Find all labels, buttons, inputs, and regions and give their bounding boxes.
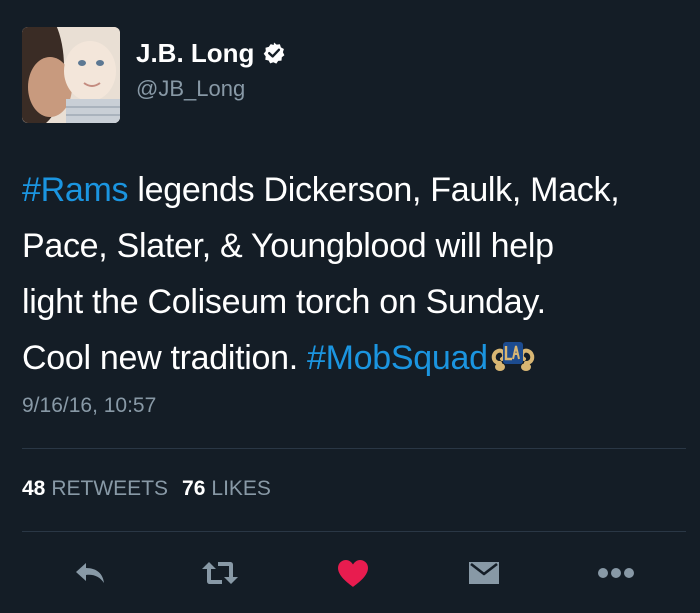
tweet-line-1: #Rams legends Dickerson, Faulk, Mack,: [22, 162, 692, 218]
engagement-stats: 48 RETWEETS 76 LIKES: [22, 477, 271, 501]
tweet-line-4: Cool new tradition. #MobSquad: [22, 330, 692, 386]
display-name[interactable]: J.B. Long: [136, 40, 286, 66]
direct-message-button[interactable]: [464, 556, 504, 590]
verified-badge-icon: [264, 42, 285, 64]
more-button[interactable]: [596, 556, 636, 590]
divider: [22, 448, 686, 449]
hashtag-mobsquad[interactable]: #MobSquad: [307, 339, 488, 377]
like-heart-icon: [338, 560, 368, 587]
tweet-text-segment: legends Dickerson, Faulk, Mack,: [128, 171, 620, 209]
tweet-text-segment: light the Coliseum torch on Sunday.: [22, 283, 546, 321]
like-button[interactable]: [333, 556, 373, 590]
likes-label: LIKES: [211, 477, 271, 500]
tweet-text-segment: Pace, Slater, & Youngblood will help: [22, 227, 554, 265]
tweet-line-2: Pace, Slater, & Youngblood will help: [22, 218, 692, 274]
retweets-stat[interactable]: 48 RETWEETS: [22, 477, 168, 501]
tweet-text-segment: Cool new tradition.: [22, 339, 308, 377]
avatar-photo: [22, 27, 120, 123]
tweet-timestamp[interactable]: 9/16/16, 10:57: [22, 394, 156, 418]
la-rams-hashflag-icon: [491, 342, 534, 371]
likes-count: 76: [182, 477, 206, 500]
tweet-line-3: light the Coliseum torch on Sunday.: [22, 274, 692, 330]
hashtag-rams[interactable]: #Rams: [22, 171, 129, 209]
retweets-count: 48: [22, 477, 46, 500]
reply-button[interactable]: [70, 556, 110, 590]
divider: [22, 531, 686, 532]
tweet-text: #Rams legends Dickerson, Faulk, Mack, Pa…: [22, 162, 692, 386]
likes-stat[interactable]: 76 LIKES: [182, 477, 271, 501]
avatar[interactable]: [22, 27, 120, 123]
more-icon: [598, 568, 634, 578]
tweet-action-bar: [0, 548, 700, 598]
reply-icon: [76, 563, 104, 583]
retweet-button[interactable]: [200, 556, 240, 590]
retweet-icon: [202, 562, 238, 584]
direct-message-icon: [469, 562, 499, 584]
retweets-label: RETWEETS: [51, 477, 169, 500]
display-name-text: J.B. Long: [136, 38, 255, 68]
username[interactable]: @JB_Long: [136, 78, 245, 100]
